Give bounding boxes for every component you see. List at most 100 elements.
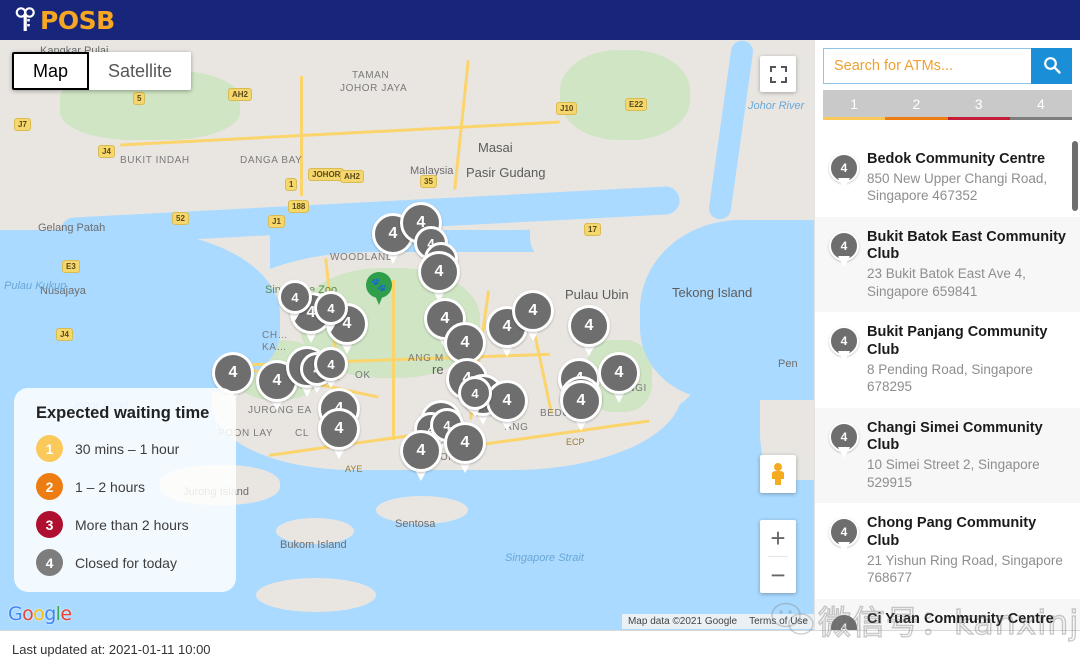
filter-tab-2[interactable]: 2 [885,90,948,120]
atm-map-marker[interactable]: 4 [314,291,348,333]
road-shield: 17 [584,223,601,236]
list-scrollbar[interactable] [1072,141,1078,211]
filter-tab-label: 2 [912,95,921,112]
atm-map-marker[interactable]: 4 [444,422,486,474]
atm-map-marker[interactable]: 4 [568,305,610,357]
road-shield: AH2 [340,170,365,183]
marker-badge: 4 [314,347,348,381]
atm-location-address: 23 Bukit Batok East Ave 4, Singapore 659… [867,266,1026,299]
pin-tail [838,178,850,189]
map-type-map[interactable]: Map [12,52,90,90]
list-item-pin-icon: 4 [829,612,859,630]
atm-map-marker[interactable]: 4 [318,408,360,460]
atm-location-name: Bukit Batok East Community Club [867,228,1066,263]
marker-badge: 4 [278,280,312,314]
waiting-time-filter-tabs[interactable]: 1 2 3 4 [823,90,1072,120]
zoom-in-button[interactable]: + [760,520,796,556]
legend-rows: 1 30 mins – 1 hour 2 1 – 2 hours 3 More than … [36,435,220,576]
atm-list-item[interactable]: 4 Ci Yuan Community Centre51 Hougang Ave … [815,598,1080,630]
map-zoom-control[interactable]: + − [760,520,796,593]
map-label: BUKIT INDAH [120,155,190,166]
map-label: Sentosa [395,518,436,530]
filter-tab-4[interactable]: 4 [1009,90,1072,120]
green-area-northeast [560,50,690,140]
atm-list-item[interactable]: 4 Bukit Panjang Community Club 8 Pending R… [815,312,1080,407]
legend-label: Closed for today [75,554,177,571]
atm-list-item[interactable]: 4 Chong Pang Community Club 21 Yishun Ring… [815,503,1080,598]
map-container[interactable]: Kangkar Pulai TAMAN JOHOR JAYA Masai Pasir G… [0,40,814,630]
atm-map-marker[interactable]: 4 [458,376,492,418]
road-shield: J4 [56,328,73,341]
marker-badge: 4 [314,291,348,325]
atm-map-marker[interactable]: 4 [598,352,640,404]
atm-results-list[interactable]: 4 Bedok Community Centre 850 New Upper Cha… [815,139,1080,630]
road-shield: AH2 [228,88,253,101]
atm-list-item[interactable]: 4 Changi Simei Community Club 10 Simei Str… [815,407,1080,504]
atm-list-item[interactable]: 4 Bukit Batok East Community Club 23 Bukit… [815,216,1080,313]
filter-tab-1[interactable]: 1 [823,90,886,120]
legend-item-3: 3 More than 2 hours [36,511,220,538]
street-view-pegman-icon[interactable] [760,455,796,493]
footer-bar: Last updated at: 2021-01-11 10:00 [0,630,1080,667]
fullscreen-icon[interactable] [760,56,796,92]
list-item-pin-icon: 4 [829,153,859,191]
marker-tail [374,293,384,305]
atm-list-item[interactable]: 4 Bedok Community Centre 850 New Upper Cha… [815,139,1080,217]
map-type-satellite[interactable]: Satellite [89,52,192,90]
brand-name: POSB [40,5,115,35]
filter-tab-underline [947,117,1010,120]
atm-location-address: 10 Simei Street 2, Singapore 529915 [867,457,1040,490]
atm-location-name: Bukit Panjang Community Club [867,324,1048,358]
list-item-body: Changi Simei Community Club 10 Simei Stre… [867,420,1070,491]
map-label: Singapore Strait [505,552,584,564]
road-shield: 52 [172,212,189,225]
map-label: AYE [345,464,363,474]
filter-tab-underline [885,117,948,120]
atm-location-address: 21 Yishun Ring Road, Singapore 768677 [867,552,1063,586]
marker-badge: 4 [400,430,442,472]
filter-tab-3[interactable]: 3 [947,90,1010,120]
legend-dot: 4 [36,549,63,576]
map-label: Johor River [748,100,805,112]
map-label: Tekong Island [672,285,753,300]
road-north-1 [300,76,303,196]
atm-location-address: 8 Pending Road, Singapore 678295 [867,361,1033,395]
pin-tail [838,542,850,554]
map-label: DANGA BAY [240,155,303,166]
last-updated-text: Last updated at: 2021-01-11 10:00 [12,641,211,657]
map-label: Pen [778,358,798,370]
map-label: Pulau Ubin [565,287,629,302]
list-item-body: Bukit Panjang Community Club 8 Pending Ro… [867,324,1070,395]
app-header: POSB [0,0,1080,40]
legend-dot: 3 [36,511,63,538]
atm-map-marker[interactable]: 4 [512,290,554,342]
list-item-pin-icon: 4 [829,326,859,364]
list-item-body: Bedok Community Centre 850 New Upper Chan… [867,151,1070,205]
map-label: JOHOR JAYA [340,83,408,94]
pin-tail [838,351,850,363]
atm-map-marker[interactable]: 4 [560,380,602,432]
zoom-out-button[interactable]: − [760,557,796,593]
filter-tab-underline [823,117,886,120]
marker-badge: 4 [444,422,486,464]
map-type-control[interactable]: Map Satellite [12,52,192,90]
road-shield: 1 [285,178,298,191]
list-item-pin-icon: 4 [829,421,859,460]
list-item-pin-icon: 4 [829,230,859,269]
map-attribution: Map data ©2021 Google Terms of Use [621,614,814,629]
marker-badge: 4 [486,380,528,422]
search-button[interactable] [1031,48,1072,84]
pin-badge: 4 [829,612,859,630]
road-shield: J1 [268,215,285,228]
atm-map-marker[interactable]: 4 [486,380,528,432]
atm-map-marker[interactable]: 4 [418,251,460,303]
atm-map-marker[interactable]: 4 [400,430,442,482]
atm-map-marker[interactable]: 4 [314,347,348,389]
terms-of-use-link[interactable]: Terms of Use [743,614,814,629]
zoo-poi-marker[interactable]: 🐾 [366,272,392,306]
map-label: KA… [262,342,288,353]
atm-map-marker[interactable]: 4 [278,280,312,322]
search-input[interactable] [823,48,1031,84]
atm-location-name: Changi Simei Community Club [867,419,1043,454]
pin-tail [838,446,850,458]
